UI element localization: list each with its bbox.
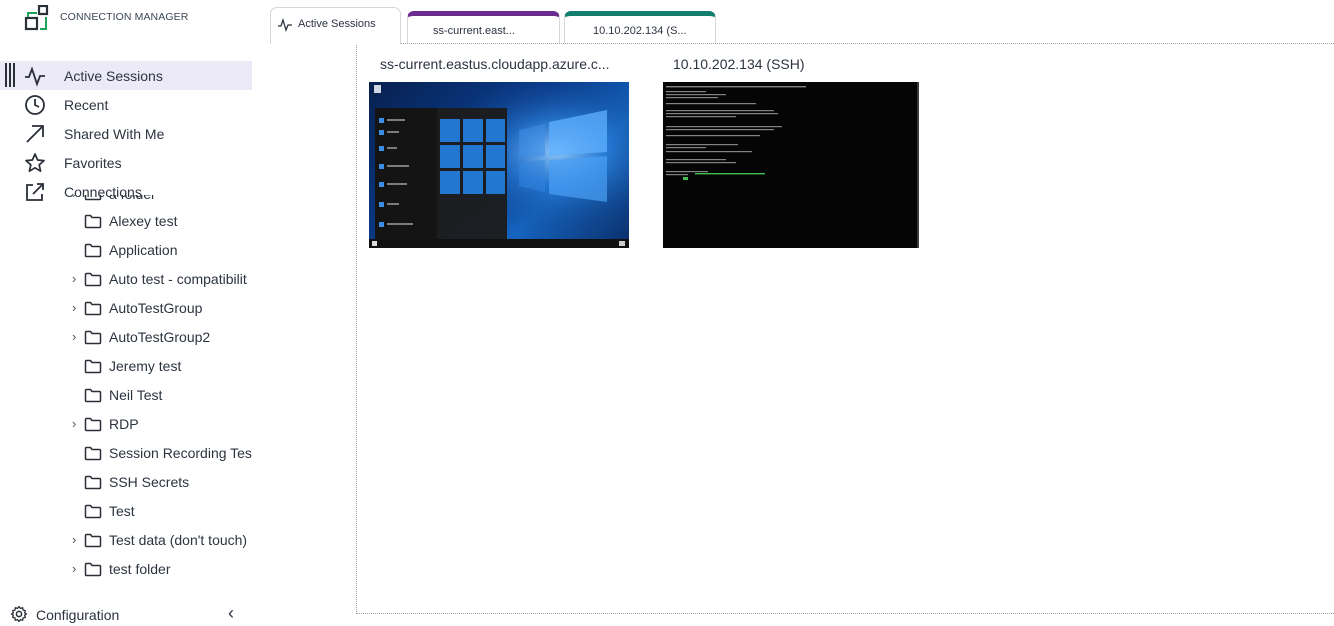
- brand: CONNECTION MANAGER: [24, 5, 188, 31]
- session-title-ssh: 10.10.202.134 (SSH): [673, 56, 805, 72]
- tree-item[interactable]: › RDP: [0, 410, 252, 439]
- connections-tree: › a folder Alexey test Application › Auto tes…: [0, 195, 252, 599]
- tree-item-label: Neil Test: [109, 387, 163, 403]
- connection-manager-app: CONNECTION MANAGER Active Sessions Recen…: [0, 0, 1334, 626]
- windows-desktop-preview: [369, 82, 629, 248]
- tree-item-label: Test: [109, 503, 135, 519]
- tree-item-label: Test data (don't touch): [109, 532, 248, 548]
- folder-icon: [84, 504, 102, 519]
- folder-icon: [84, 359, 102, 374]
- folder-icon: [84, 330, 102, 345]
- tab-label: ss-current.east...: [433, 25, 515, 37]
- tree-item[interactable]: Alexey test: [0, 207, 252, 236]
- tree-item[interactable]: Jeremy test: [0, 352, 252, 381]
- active-sessions-panel: ss-current.eastus.cloudapp.azure.c... 10…: [356, 43, 1334, 614]
- tree-item-label: test folder: [109, 561, 171, 577]
- folder-icon: [84, 214, 102, 229]
- tree-item-label: RDP: [109, 416, 139, 432]
- main-nav: Active Sessions Recent Shared With Me Fa…: [0, 61, 252, 206]
- collapse-sidebar-button[interactable]: ‹: [228, 603, 234, 624]
- tab-active-sessions[interactable]: Active Sessions: [270, 7, 401, 44]
- tree-item[interactable]: SSH Secrets: [0, 468, 252, 497]
- tree-item[interactable]: Test: [0, 497, 252, 526]
- nav-label: Favorites: [64, 154, 122, 171]
- tree-item-label: SSH Secrets: [109, 474, 190, 490]
- tree-item-label: AutoTestGroup2: [109, 329, 211, 345]
- pulse-icon: [278, 17, 292, 32]
- tree-item[interactable]: Neil Test: [0, 381, 252, 410]
- tab-label: 10.10.202.134 (S...: [593, 25, 687, 37]
- folder-icon: [84, 562, 102, 577]
- star-icon: [24, 152, 46, 174]
- chevron-right-icon[interactable]: ›: [72, 532, 82, 547]
- tab-label: Active Sessions: [298, 18, 376, 30]
- tree-item[interactable]: › AutoTestGroup: [0, 294, 252, 323]
- nav-label: Recent: [64, 96, 109, 113]
- session-thumbnail-rdp[interactable]: [369, 82, 629, 248]
- pulse-icon: [24, 65, 46, 87]
- clock-icon: [24, 94, 46, 116]
- nav-item-shared-with-me[interactable]: Shared With Me: [0, 119, 252, 148]
- configuration-link[interactable]: Configuration: [36, 607, 119, 623]
- chevron-right-icon[interactable]: ›: [72, 195, 82, 201]
- tree-item-label: AutoTestGroup: [109, 300, 203, 316]
- nav-label: Shared With Me: [64, 125, 165, 142]
- terminal-preview: [666, 82, 919, 248]
- sidebar: CONNECTION MANAGER Active Sessions Recen…: [0, 0, 252, 626]
- tree-item[interactable]: Session Recording Test: [0, 439, 252, 468]
- active-indicator: [5, 63, 19, 87]
- app-title: CONNECTION MANAGER: [60, 11, 189, 23]
- tree-item-label: Session Recording Test: [109, 445, 252, 461]
- folder-icon: [84, 446, 102, 461]
- tab-session-ssh[interactable]: 10.10.202.134 (S...: [564, 11, 716, 44]
- nav-item-recent[interactable]: Recent: [0, 90, 252, 119]
- tree-item[interactable]: › a folder: [0, 195, 252, 207]
- tree-item-label: a folder: [109, 195, 156, 202]
- session-title-rdp: ss-current.eastus.cloudapp.azure.c...: [380, 56, 610, 72]
- folder-icon: [84, 272, 102, 287]
- gear-icon[interactable]: [10, 605, 28, 623]
- chevron-right-icon[interactable]: ›: [72, 271, 82, 286]
- folder-icon: [84, 195, 102, 201]
- tree-item[interactable]: › Auto test - compatibilit: [0, 265, 252, 294]
- folder-icon: [84, 417, 102, 432]
- chevron-right-icon[interactable]: ›: [72, 329, 82, 344]
- tree-item[interactable]: › test folder: [0, 555, 252, 584]
- chevron-right-icon[interactable]: ›: [72, 300, 82, 315]
- nav-label: Active Sessions: [64, 67, 163, 84]
- app-logo-icon: [24, 5, 49, 31]
- tree-item-label: Application: [109, 242, 178, 258]
- nav-item-active-sessions[interactable]: Active Sessions: [0, 61, 252, 90]
- tree-item-label: Auto test - compatibilit: [109, 271, 247, 287]
- tree-item[interactable]: Application: [0, 236, 252, 265]
- tree-item[interactable]: › Test data (don't touch): [0, 526, 252, 555]
- folder-icon: [84, 533, 102, 548]
- folder-icon: [84, 301, 102, 316]
- configuration-bar: Configuration ‹: [0, 602, 252, 626]
- folder-icon: [84, 388, 102, 403]
- session-thumbnail-ssh[interactable]: [663, 82, 919, 248]
- folder-icon: [84, 243, 102, 258]
- tab-session-rdp[interactable]: ss-current.east...: [407, 11, 560, 44]
- tree-item-label: Alexey test: [109, 213, 178, 229]
- chevron-right-icon[interactable]: ›: [72, 416, 82, 431]
- chevron-right-icon[interactable]: ›: [72, 561, 82, 576]
- folder-icon: [84, 475, 102, 490]
- nav-item-favorites[interactable]: Favorites: [0, 148, 252, 177]
- arrow-up-right-icon: [24, 123, 46, 145]
- tree-item[interactable]: › AutoTestGroup2: [0, 323, 252, 352]
- tree-item-label: Jeremy test: [109, 358, 182, 374]
